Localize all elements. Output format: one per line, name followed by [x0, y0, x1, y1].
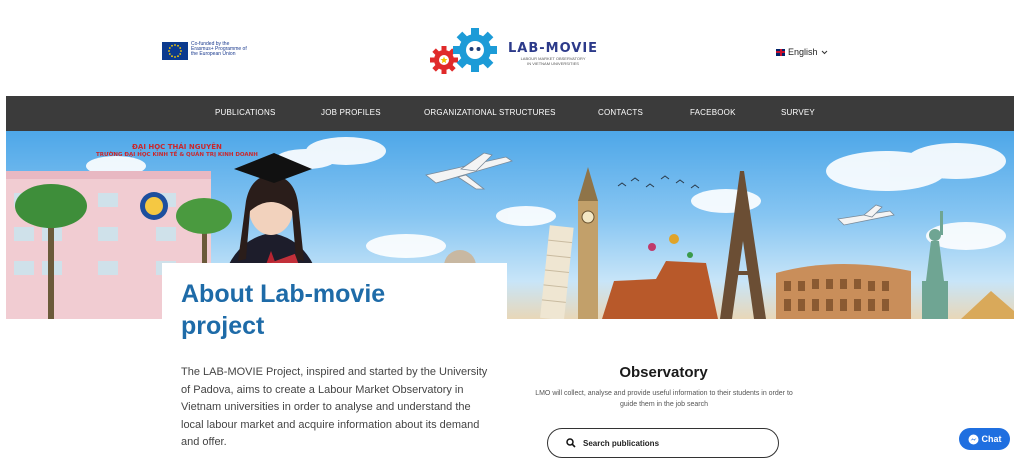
lab-movie-logo[interactable]: LAB-MOVIE LABOUR MARKET OBSERVATORY IN V… [430, 28, 598, 78]
nav-item-job-profiles[interactable]: JOB PROFILES [321, 108, 381, 117]
about-title-line2: project [181, 312, 265, 340]
logo-title: LAB-MOVIE [508, 40, 599, 56]
eu-cofunded-text: Co-funded by the Erasmus+ Programme of t… [191, 41, 247, 57]
messenger-icon [968, 434, 978, 444]
hero-banner: ĐẠI HỌC THÁI NGUYÊN TRƯỜNG ĐẠI HỌC KINH … [6, 131, 1014, 319]
university-sign-line2: TRƯỜNG ĐẠI HỌC KINH TẾ & QUẢN TRỊ KINH D… [96, 152, 258, 158]
about-title: About Lab-movie project [181, 278, 481, 342]
search-publications-label: Search publications [583, 438, 660, 448]
chat-button[interactable]: Chat [959, 428, 1010, 450]
main-nav: PUBLICATIONS JOB PROFILES ORGANIZATIONAL… [6, 96, 1014, 131]
about-title-line1: About Lab-movie [181, 280, 386, 308]
nav-item-publications[interactable]: PUBLICATIONS [215, 108, 276, 117]
nav-item-survey[interactable]: SURVEY [781, 108, 815, 117]
university-sign: ĐẠI HỌC THÁI NGUYÊN TRƯỜNG ĐẠI HỌC KINH … [96, 143, 258, 159]
eu-cofunded-logo[interactable]: Co-funded by the Erasmus+ Programme of t… [162, 42, 253, 60]
eu-flag-icon [162, 42, 188, 60]
about-description: The LAB-MOVIE Project, inspired and star… [181, 366, 488, 449]
chat-label: Chat [981, 434, 1002, 444]
observatory-description: LMO will collect, analyse and provide us… [535, 390, 793, 408]
logo-subtitle-line1: LABOUR MARKET OBSERVATORY [520, 55, 586, 61]
nav-item-facebook[interactable]: FACEBOOK [690, 108, 736, 117]
nav-item-organizational-structures[interactable]: ORGANIZATIONAL STRUCTURES [424, 108, 556, 117]
language-selector[interactable]: English [776, 47, 828, 57]
search-icon [566, 438, 576, 448]
site-header: Co-funded by the Erasmus+ Programme of t… [0, 0, 1014, 96]
university-sign-line1: ĐẠI HỌC THÁI NGUYÊN [132, 143, 222, 151]
gears-icon [430, 28, 506, 78]
chevron-down-icon [821, 50, 827, 54]
hero-illustration [6, 137, 1014, 319]
search-publications-button[interactable]: Search publications [547, 428, 779, 458]
observatory-title: Observatory [619, 364, 708, 381]
uk-flag-icon [776, 48, 785, 56]
nav-item-contacts[interactable]: CONTACTS [598, 108, 643, 117]
language-label: English [788, 47, 818, 57]
logo-subtitle-line2: IN VIETNAM UNIVERSITIES [527, 60, 579, 66]
